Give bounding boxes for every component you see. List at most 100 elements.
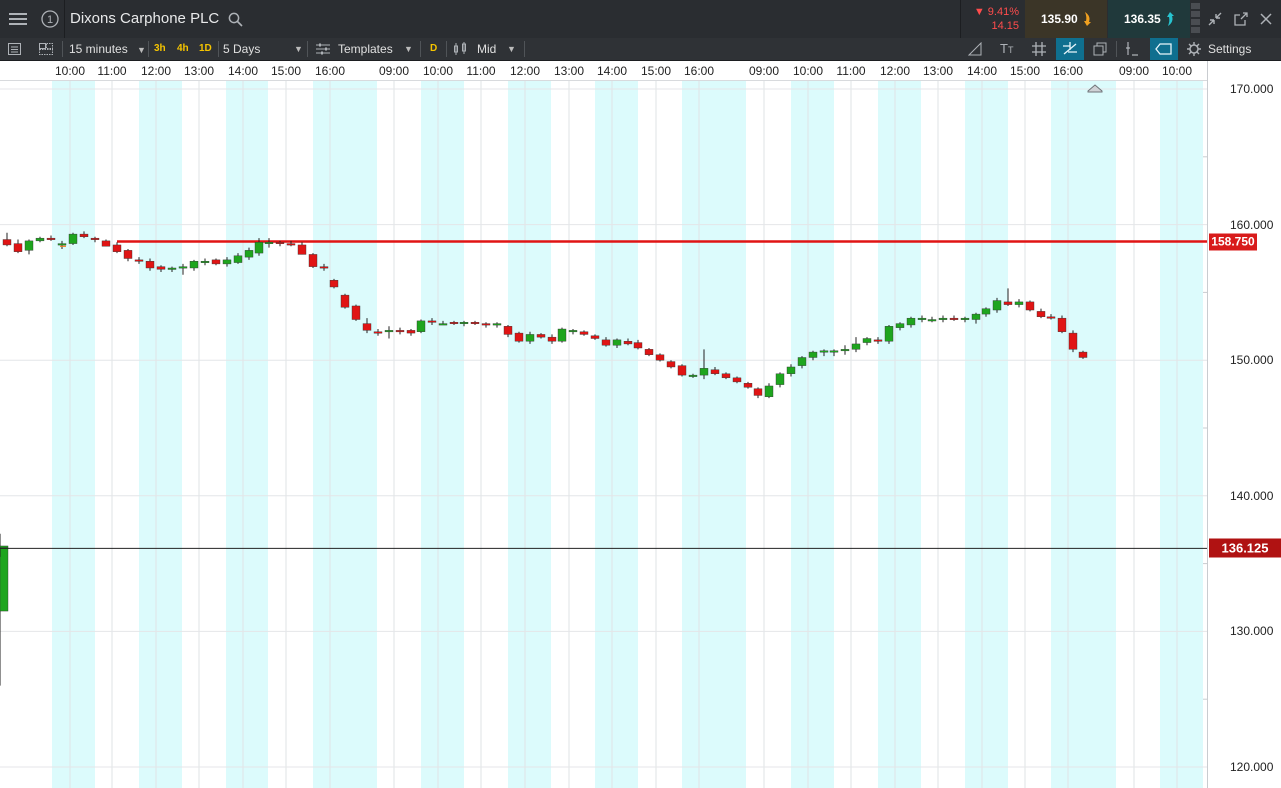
- session-band: [1160, 80, 1203, 788]
- top-bar: 1 Dixons Carphone PLC ▼ 9.41% 14.15 135.…: [0, 0, 1281, 39]
- layout-icon[interactable]: [39, 38, 53, 60]
- time-tick-label: 11:00: [836, 64, 866, 78]
- time-tick-label: 09:00: [1118, 64, 1150, 78]
- grid-icon[interactable]: [1032, 38, 1046, 60]
- tag-tool-icon[interactable]: [1150, 38, 1178, 60]
- candle-body: [633, 342, 643, 349]
- candle: [351, 304, 361, 321]
- candle: [840, 345, 850, 355]
- candle: [68, 232, 78, 245]
- candle-body: [112, 244, 122, 252]
- candle: [1078, 350, 1088, 359]
- candle-body: [1036, 311, 1046, 318]
- info-circle-icon[interactable]: 1: [36, 0, 64, 38]
- quick-3h-button[interactable]: 3h: [154, 38, 166, 60]
- candle-body: [264, 242, 274, 244]
- candle: [1036, 308, 1046, 319]
- list-icon[interactable]: [8, 38, 21, 60]
- candle-body: [2, 239, 12, 246]
- chevron-down-icon[interactable]: ▼: [507, 38, 516, 60]
- time-tick-label: 15:00: [1009, 64, 1041, 78]
- time-tick-label: 13:00: [922, 64, 954, 78]
- arrow-down-icon: [1084, 12, 1091, 26]
- search-icon[interactable]: [226, 0, 244, 38]
- time-tick-label: 13:00: [183, 64, 215, 78]
- candle: [938, 315, 948, 323]
- time-tick-label: 12:00: [509, 64, 541, 78]
- change-absolute: 14.15: [991, 20, 1019, 32]
- session-band: [313, 80, 377, 788]
- range-select[interactable]: 5 Days: [223, 38, 260, 60]
- collapse-icon[interactable]: [1204, 0, 1226, 38]
- candle-body: [123, 250, 133, 259]
- price-tick-label: 160.000: [1230, 217, 1274, 232]
- price-tick-label: 140.000: [1230, 488, 1274, 503]
- indicator-icon[interactable]: [1124, 38, 1138, 60]
- candle-body: [233, 255, 243, 263]
- quick-4h-button[interactable]: 4h: [177, 38, 189, 60]
- templates-icon[interactable]: [316, 38, 330, 60]
- crosshair-tool-icon[interactable]: [1056, 38, 1084, 60]
- time-tick-label: 11:00: [466, 64, 496, 78]
- time-tick-label: 10:00: [422, 64, 454, 78]
- candle: [2, 232, 12, 247]
- candle: [775, 372, 785, 388]
- d-badge[interactable]: D: [430, 38, 437, 60]
- candle: [1025, 300, 1035, 312]
- time-tick-label: 11:00: [97, 64, 127, 78]
- candle-body: [329, 279, 339, 288]
- chevron-down-icon[interactable]: ▼: [404, 38, 413, 60]
- candle-body: [819, 350, 829, 353]
- candle-body: [927, 319, 937, 322]
- time-tick-label: 10:00: [1161, 64, 1193, 78]
- candle-body: [24, 240, 34, 251]
- chevron-down-icon[interactable]: ▼: [294, 38, 303, 60]
- candle-body: [470, 322, 480, 324]
- candle-body: [688, 374, 698, 377]
- candle-body: [503, 326, 513, 335]
- candle: [297, 242, 307, 255]
- candle: [329, 278, 339, 289]
- time-tick-label: 10:00: [54, 64, 86, 78]
- candle: [862, 337, 872, 346]
- popout-icon[interactable]: [1230, 0, 1252, 38]
- close-icon[interactable]: [1255, 0, 1277, 38]
- candle: [753, 387, 763, 399]
- settings-button[interactable]: Settings: [1208, 38, 1251, 60]
- candles-icon[interactable]: [453, 38, 469, 60]
- session-band: [682, 80, 746, 788]
- templates-button[interactable]: Templates: [338, 38, 393, 60]
- windows-icon[interactable]: [1093, 38, 1107, 60]
- candle-body: [568, 330, 578, 333]
- text-size-icon[interactable]: TT: [1000, 38, 1013, 60]
- candle-body: [449, 322, 459, 324]
- price-tick-label: 150.000: [1230, 353, 1274, 368]
- candle-body: [786, 366, 796, 374]
- chart-plot[interactable]: [0, 80, 1207, 788]
- sell-button[interactable]: 135.90: [1025, 0, 1107, 38]
- draw-line-icon[interactable]: [967, 38, 982, 60]
- time-tick-label: 16:00: [1052, 64, 1084, 78]
- candle-body: [666, 361, 676, 368]
- quick-1d-button[interactable]: 1D: [199, 38, 212, 60]
- candle-body: [0, 547, 9, 612]
- menu-icon[interactable]: [4, 0, 32, 38]
- candle-body: [525, 334, 535, 342]
- time-tick-label: 14:00: [227, 64, 259, 78]
- candle-body: [57, 243, 67, 246]
- price-type-select[interactable]: Mid: [477, 38, 496, 60]
- gear-icon[interactable]: [1187, 38, 1201, 60]
- session-band: [421, 80, 464, 788]
- candle-body: [373, 331, 383, 334]
- instrument-title[interactable]: Dixons Carphone PLC: [70, 0, 219, 38]
- interval-select[interactable]: 15 minutes ▼: [69, 38, 146, 60]
- candle: [655, 353, 665, 362]
- time-tick-label: 12:00: [140, 64, 172, 78]
- candle-body: [895, 323, 905, 328]
- candle-body: [732, 377, 742, 383]
- price-axis[interactable]: 120.000 130.000 140.000 150.000 160.000 170.0…: [1207, 61, 1281, 788]
- candle-body: [222, 259, 232, 265]
- candle-body: [384, 330, 394, 333]
- buy-button[interactable]: 136.35: [1108, 0, 1190, 38]
- time-tick-label: 16:00: [683, 64, 715, 78]
